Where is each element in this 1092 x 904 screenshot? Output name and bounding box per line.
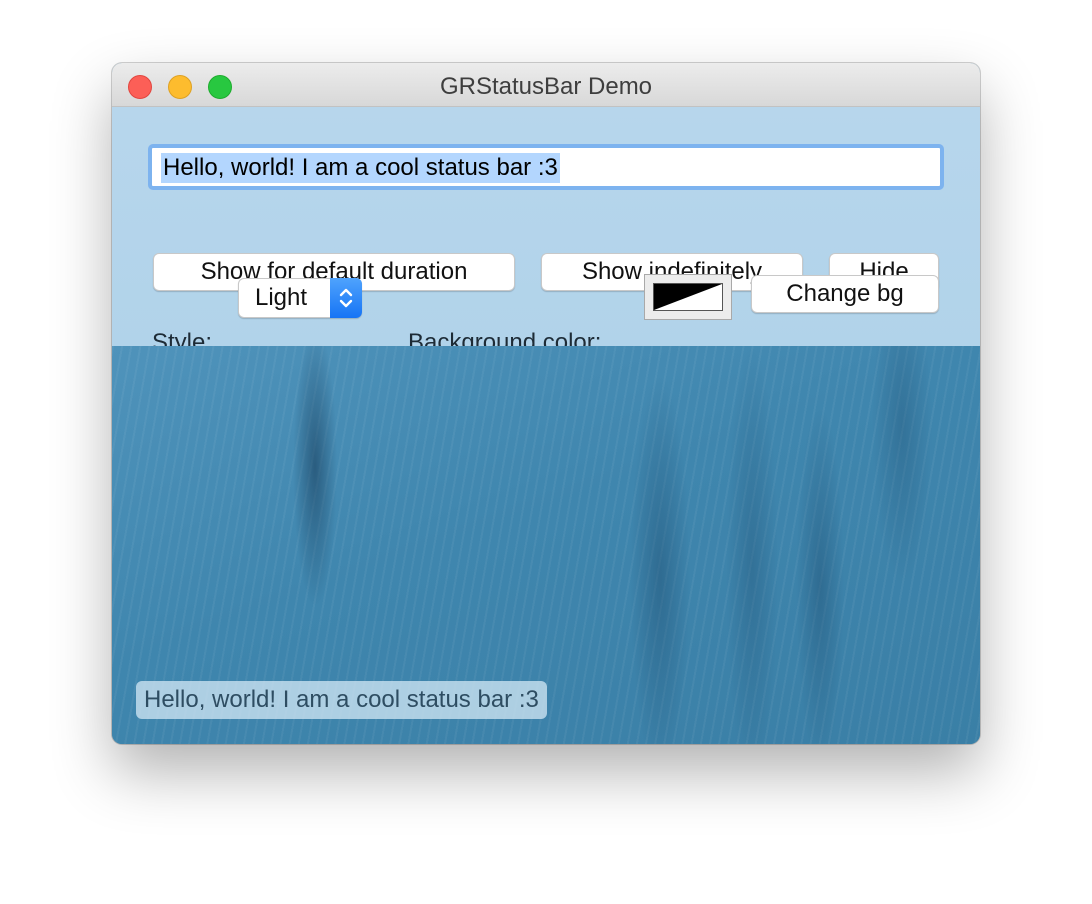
change-bg-button[interactable]: Change bg bbox=[751, 275, 939, 313]
chevron-up-down-icon bbox=[330, 278, 362, 318]
message-text-field[interactable]: Hello, world! I am a cool status bar :3 bbox=[148, 144, 944, 190]
color-swatch-icon bbox=[653, 283, 723, 311]
content-background: Hello, world! I am a cool status bar :3 bbox=[112, 346, 980, 744]
background-color-well[interactable] bbox=[644, 274, 732, 320]
window-title: GRStatusBar Demo bbox=[439, 73, 653, 100]
message-text-value: Hello, world! I am a cool status bar :3 bbox=[161, 153, 560, 183]
style-popup-button[interactable]: Light bbox=[238, 278, 362, 318]
style-selected-value: Light bbox=[255, 284, 308, 311]
status-bar: Hello, world! I am a cool status bar :3 bbox=[136, 681, 547, 719]
controls-panel: Hello, world! I am a cool status bar :3 … bbox=[112, 107, 980, 356]
title-bar[interactable]: GRStatusBar Demo bbox=[112, 63, 980, 107]
app-window: GRStatusBar Demo Hello, world! I am a co… bbox=[112, 63, 980, 744]
